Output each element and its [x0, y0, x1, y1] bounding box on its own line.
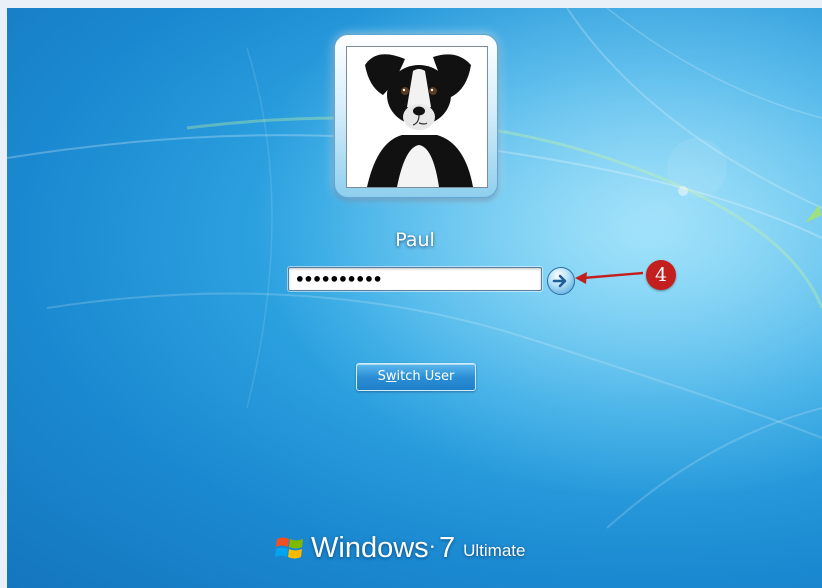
windows-flag-icon	[275, 537, 303, 559]
dog-photo-icon	[347, 47, 487, 187]
arrow-right-icon	[552, 274, 567, 288]
submit-button[interactable]	[547, 267, 575, 295]
switch-user-button[interactable]: Switch User	[356, 363, 476, 391]
avatar	[346, 46, 488, 188]
callout-arrow	[575, 271, 644, 284]
brand-product: Windows	[311, 531, 429, 564]
switch-user-label-accesskey: w	[385, 369, 397, 384]
windows-branding: Windows • 7 Ultimate	[275, 528, 525, 568]
step-callout-badge: 4	[646, 260, 676, 290]
switch-user-label-pre: S	[377, 369, 386, 384]
user-name: Paul	[395, 229, 435, 251]
brand-edition: Ultimate	[463, 541, 526, 560]
trademark-mark: •	[429, 543, 435, 553]
switch-user-label-post: itch User	[396, 369, 455, 384]
login-screen: Paul 4 Switch User Windows • 7 Ultimate	[7, 8, 822, 588]
brand-version: 7	[438, 531, 456, 564]
user-tile[interactable]	[334, 34, 498, 198]
password-field[interactable]	[288, 267, 542, 291]
